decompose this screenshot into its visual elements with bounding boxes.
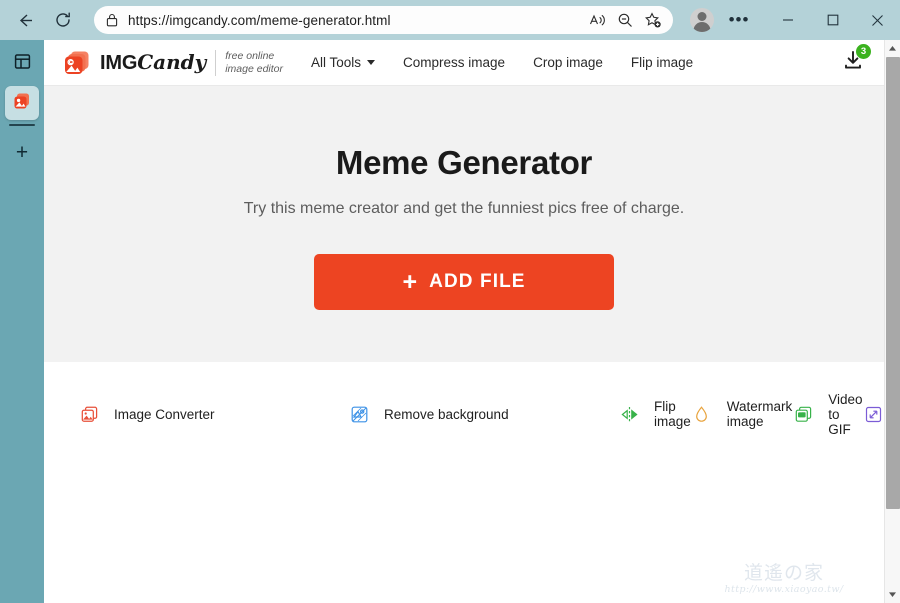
reload-button[interactable] [46, 3, 80, 37]
imgcandy-logo-icon [62, 48, 92, 78]
maximize-button[interactable] [810, 0, 855, 40]
tool-label: Watermark image [726, 399, 793, 430]
page-scrollbar[interactable] [884, 40, 900, 603]
tool-link-resize-image[interactable]: Resize image [863, 398, 884, 431]
scrollbar-track[interactable] [885, 57, 900, 586]
minimize-button[interactable] [765, 0, 810, 40]
browser-toolbar: https://imgcandy.com/meme-generator.html [0, 0, 900, 40]
tool-link-video-to-gif[interactable]: GIF Video to GIF [792, 392, 863, 437]
downloads-button[interactable]: 3 [836, 43, 871, 80]
page-watermark: 道遙の家 http://www.xiaoyao.tw/ [704, 562, 864, 595]
brand-tagline: free online image editor [225, 50, 283, 75]
plus-icon: + [402, 268, 419, 296]
new-tab-button[interactable]: + [6, 136, 38, 168]
video-to-gif-icon: GIF [792, 404, 814, 424]
url-text: https://imgcandy.com/meme-generator.html [128, 12, 391, 28]
profile-button[interactable] [687, 5, 717, 35]
window-controls [765, 0, 900, 40]
svg-text:GIF: GIF [798, 412, 805, 417]
active-tab-indicator [9, 124, 35, 126]
resize-image-icon [863, 404, 884, 424]
nav-item-crop-image[interactable]: Crop image [533, 55, 603, 70]
remove-background-icon [348, 404, 370, 424]
tagline-line-1: free online [225, 50, 275, 62]
add-file-label: ADD FILE [429, 271, 526, 292]
watermark-drop-icon [691, 404, 713, 424]
tool-label: Image Converter [114, 406, 215, 422]
nav-item-all-tools[interactable]: All Tools [311, 55, 376, 70]
zoom-out-icon[interactable] [611, 7, 639, 33]
scroll-down-arrow-icon[interactable] [885, 586, 900, 603]
tab-actions-button[interactable] [6, 48, 38, 80]
brand-logo[interactable]: IMGCandy free online image editor [62, 48, 283, 78]
tool-label: Flip image [654, 399, 691, 430]
lock-icon [106, 13, 118, 27]
close-button[interactable] [855, 0, 900, 40]
nav-item-label: Compress image [403, 55, 506, 70]
tagline-line-2: image editor [225, 62, 283, 75]
back-arrow-icon [16, 11, 35, 30]
header-nav: All Tools Compress image Crop image Flip… [311, 55, 721, 70]
read-aloud-icon[interactable] [583, 7, 611, 33]
flip-image-icon [618, 404, 640, 424]
more-options-icon[interactable]: ••• [723, 4, 755, 36]
download-count-badge: 3 [856, 43, 871, 59]
brand-name-secondary: Candy [137, 50, 207, 74]
nav-item-flip-image[interactable]: Flip image [631, 55, 693, 70]
tool-link-watermark-image[interactable]: Watermark image [691, 398, 793, 431]
page-subtitle: Try this meme creator and get the funnie… [243, 200, 685, 217]
back-button[interactable] [8, 3, 42, 37]
nav-item-compress-image[interactable]: Compress image [403, 55, 505, 70]
browser-window: https://imgcandy.com/meme-generator.html [0, 0, 900, 603]
vertical-tab-strip: + [0, 40, 44, 603]
reload-icon [54, 11, 72, 29]
watermark-url: http://www.xiaoyao.tw/ [724, 584, 844, 595]
chevron-down-icon [367, 60, 376, 65]
add-file-button[interactable]: + ADD FILE [314, 254, 614, 310]
scroll-up-arrow-icon[interactable] [885, 40, 900, 57]
imgcandy-favicon [11, 90, 33, 117]
tool-label: Remove background [384, 406, 509, 422]
tab-actions-icon [14, 53, 31, 75]
nav-item-label: Flip image [630, 55, 694, 70]
brand-divider [215, 49, 217, 76]
tool-link-flip-image[interactable]: Flip image [618, 398, 691, 431]
page-viewport: IMGCandy free online image editor All To… [44, 40, 884, 603]
tools-grid: Image Converter Remove background Flip i… [44, 362, 884, 437]
image-converter-icon [78, 404, 100, 424]
site-header: IMGCandy free online image editor All To… [44, 40, 884, 86]
scrollbar-thumb[interactable] [885, 57, 900, 509]
tool-link-remove-background[interactable]: Remove background [348, 398, 618, 431]
watermark-logo: 道遙の家 [743, 562, 824, 584]
sidebar-tab-imgcandy[interactable] [5, 86, 39, 120]
brand-name: IMGCandy [100, 50, 206, 75]
nav-item-label: All Tools [311, 55, 362, 70]
page-title: Meme Generator [335, 144, 593, 181]
brand-name-primary: IMG [100, 52, 138, 74]
hero-section: Meme Generator Try this meme creator and… [44, 86, 884, 362]
new-tab-label: + [15, 140, 29, 164]
nav-item-label: Crop image [533, 55, 603, 70]
tool-link-image-converter[interactable]: Image Converter [78, 398, 348, 431]
add-favorite-star-icon[interactable] [639, 7, 667, 33]
address-bar[interactable]: https://imgcandy.com/meme-generator.html [94, 6, 673, 34]
tool-label: Video to GIF [828, 391, 863, 437]
profile-avatar-icon [690, 8, 714, 32]
